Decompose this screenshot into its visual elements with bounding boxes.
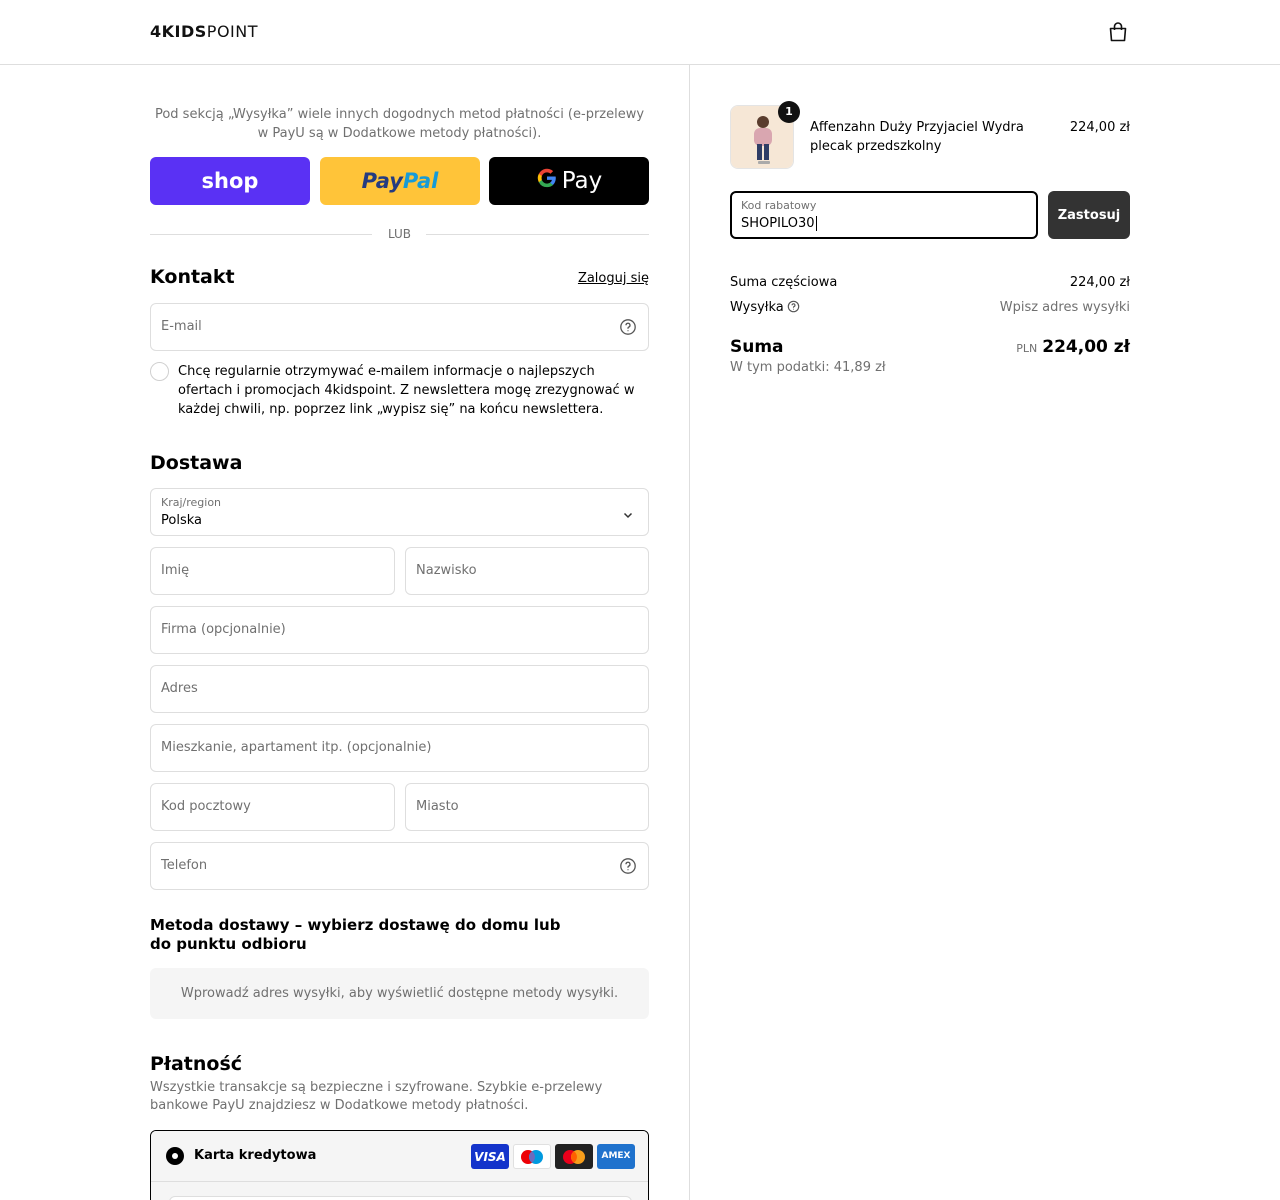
delivery-heading: Dostawa — [150, 452, 243, 474]
total-amount: PLN 224,00 zł — [1016, 337, 1130, 357]
payment-heading: Płatność — [150, 1053, 243, 1075]
or-separator: LUB — [150, 226, 649, 242]
column-divider — [689, 65, 690, 1200]
shopping-bag-icon[interactable] — [1106, 20, 1130, 44]
payment-option-credit-card: Karta kredytowa VISA AMEX — [150, 1130, 649, 1200]
site-header: 4KIDSPOINT — [0, 0, 1280, 65]
shop-pay-button[interactable]: shop — [150, 157, 310, 205]
company-field[interactable]: Firma (opcjonalnie) — [150, 606, 649, 654]
discount-code-input[interactable]: Kod rabatowy SHOPILO30 — [730, 191, 1038, 239]
help-circle-icon[interactable] — [619, 318, 637, 336]
quantity-badge: 1 — [778, 101, 800, 123]
product-price: 224,00 zł — [1069, 120, 1130, 135]
apartment-field[interactable]: Mieszkanie, apartament itp. (opcjonalnie… — [150, 724, 649, 772]
last-name-field[interactable]: Nazwisko — [405, 547, 649, 595]
address-field[interactable]: Adres — [150, 665, 649, 713]
city-field[interactable]: Miasto — [405, 783, 649, 831]
country-select[interactable]: Kraj/region Polska — [150, 488, 649, 536]
store-logo[interactable]: 4KIDSPOINT — [150, 22, 258, 41]
apply-discount-button[interactable]: Zastosuj — [1048, 191, 1130, 239]
maestro-icon — [513, 1144, 551, 1169]
amex-icon: AMEX — [597, 1144, 635, 1169]
total-value: 224,00 zł — [1042, 337, 1130, 357]
login-link[interactable]: Zaloguj się — [578, 271, 649, 286]
newsletter-checkbox[interactable] — [150, 362, 169, 381]
help-circle-icon[interactable] — [787, 300, 800, 313]
subtotal-label: Suma częściowa — [730, 275, 838, 290]
credit-card-option[interactable]: Karta kredytowa VISA AMEX — [151, 1131, 648, 1182]
shipping-value: Wpisz adres wysyłki — [999, 300, 1130, 315]
phone-field[interactable]: Telefon — [150, 842, 649, 890]
google-g-icon — [536, 167, 558, 195]
express-checkout-note: Pod sekcją „Wysyłka” wiele innych dogodn… — [154, 107, 645, 141]
visa-icon: VISA — [471, 1144, 509, 1169]
newsletter-label: Chcę regularnie otrzymywać e-mailem info… — [178, 364, 635, 417]
google-pay-button[interactable]: Pay — [489, 157, 649, 205]
shipping-label: Wysyłka — [730, 300, 784, 315]
contact-heading: Kontakt — [150, 266, 235, 288]
payment-subtitle: Wszystkie transakcje są bezpieczne i szy… — [150, 1080, 603, 1113]
shipping-row: Wysyłka — [730, 300, 800, 315]
subtotal-value: 224,00 zł — [1069, 275, 1130, 290]
product-name: Affenzahn Duży Przyjaciel Wydra plecak p… — [810, 120, 1024, 154]
shipping-method-heading: Metoda dostawy – wybierz dostawę do domu… — [150, 916, 561, 953]
first-name-field[interactable]: Imię — [150, 547, 395, 595]
shipping-methods-placeholder: Wprowadź adres wysyłki, aby wyświetlić d… — [150, 968, 649, 1019]
credit-card-label: Karta kredytowa — [194, 1148, 317, 1163]
total-currency: PLN — [1016, 342, 1038, 355]
radio-selected[interactable] — [166, 1147, 184, 1165]
postal-code-field[interactable]: Kod pocztowy — [150, 783, 395, 831]
help-circle-icon[interactable] — [619, 857, 637, 875]
tax-note: W tym podatki: 41,89 zł — [730, 360, 886, 375]
email-field[interactable]: E-mail — [150, 303, 649, 351]
mastercard-icon — [555, 1144, 593, 1169]
paypal-button[interactable]: Pay Pal — [320, 157, 480, 205]
chevron-down-icon — [622, 506, 634, 519]
total-label: Suma — [730, 337, 784, 357]
card-number-field[interactable] — [169, 1196, 632, 1200]
